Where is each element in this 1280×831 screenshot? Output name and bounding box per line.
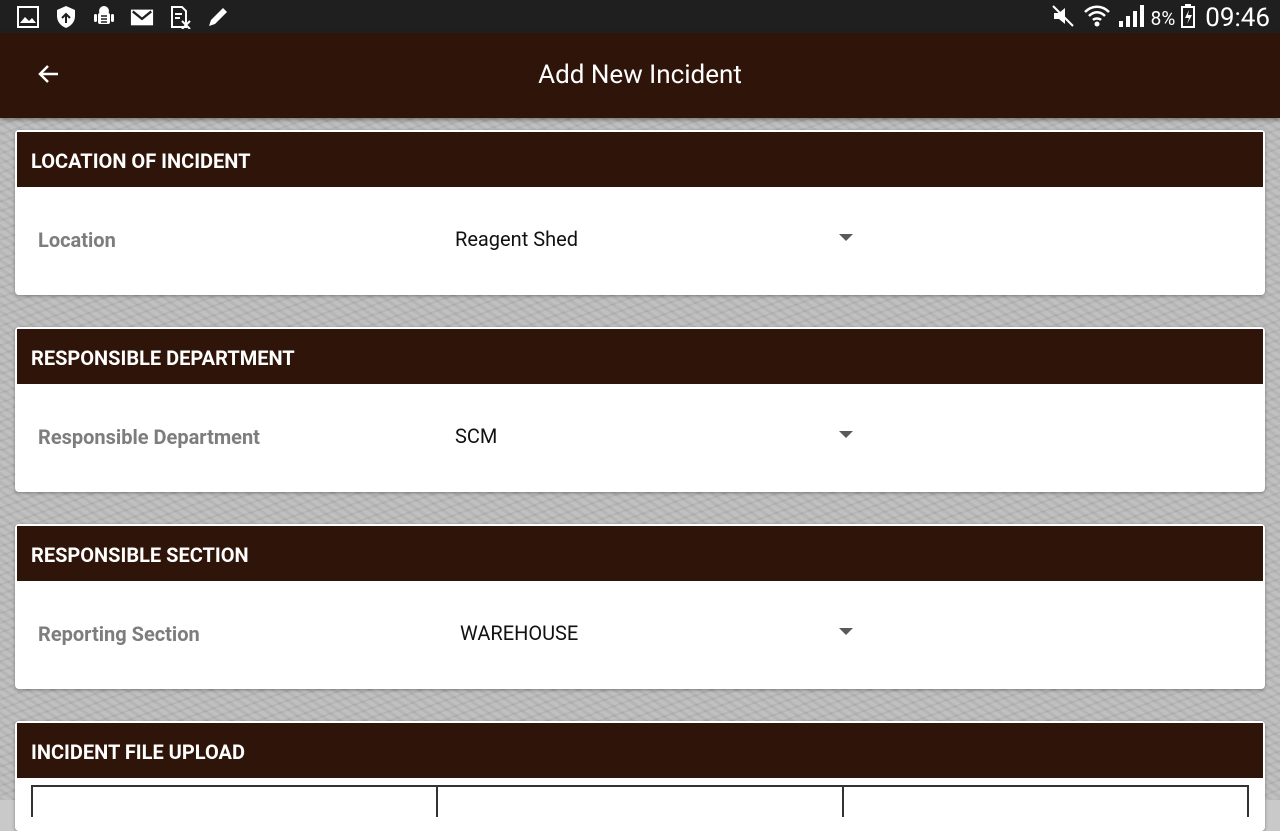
battery-icon xyxy=(1181,4,1196,32)
department-dropdown[interactable]: SCM xyxy=(455,409,853,463)
wifi-icon xyxy=(1083,2,1111,34)
section-card: RESPONSIBLE SECTION Reporting Section WA… xyxy=(15,524,1265,689)
department-card: RESPONSIBLE DEPARTMENT Responsible Depar… xyxy=(15,327,1265,492)
clock: 09:46 xyxy=(1205,3,1270,33)
system-indicators: 8% 09:46 xyxy=(1051,2,1270,34)
gmail-icon xyxy=(130,5,154,29)
page-title: Add New Incident xyxy=(538,60,742,90)
reporting-section-dropdown[interactable]: WAREHOUSE xyxy=(455,606,853,660)
location-selected-value: Reagent Shed xyxy=(455,227,578,251)
department-row: Responsible Department SCM xyxy=(15,384,1265,490)
battery-percent: 8% xyxy=(1150,6,1176,30)
department-selected-value: SCM xyxy=(455,424,498,448)
pencil-icon xyxy=(206,5,230,29)
dropdown-arrow-icon xyxy=(839,628,853,635)
upload-cell[interactable] xyxy=(31,787,436,817)
upload-table xyxy=(31,785,1249,817)
section-row: Reporting Section WAREHOUSE xyxy=(15,581,1265,687)
app-bar: Add New Incident xyxy=(0,33,1280,118)
department-label: Responsible Department xyxy=(38,425,260,449)
upload-card: INCIDENT FILE UPLOAD xyxy=(15,721,1265,831)
location-label: Location xyxy=(38,228,116,252)
dropdown-arrow-icon xyxy=(839,234,853,241)
shield-update-icon xyxy=(54,5,78,29)
signal-icon xyxy=(1117,3,1145,33)
section-header-upload: INCIDENT FILE UPLOAD xyxy=(17,723,1263,778)
back-button[interactable] xyxy=(26,51,72,97)
status-bar: 8% 09:46 xyxy=(0,0,1280,33)
section-header-department: RESPONSIBLE DEPARTMENT xyxy=(17,329,1263,384)
notification-icons xyxy=(16,5,230,29)
mute-icon xyxy=(1051,4,1077,32)
document-edit-icon xyxy=(168,5,192,29)
gallery-icon xyxy=(16,5,40,29)
section-header-location: LOCATION OF INCIDENT xyxy=(17,132,1263,187)
section-header-section: RESPONSIBLE SECTION xyxy=(17,526,1263,581)
reporting-section-label: Reporting Section xyxy=(38,622,200,646)
reporting-section-selected-value: WAREHOUSE xyxy=(460,621,579,645)
dropdown-arrow-icon xyxy=(839,431,853,438)
upload-cell[interactable] xyxy=(841,787,1249,817)
arrow-back-icon xyxy=(38,65,58,83)
location-dropdown[interactable]: Reagent Shed xyxy=(455,212,853,266)
android-debug-icon xyxy=(92,5,116,29)
location-card: LOCATION OF INCIDENT Location Reagent Sh… xyxy=(15,130,1265,295)
location-row: Location Reagent Shed xyxy=(15,187,1265,293)
upload-cell[interactable] xyxy=(436,787,841,817)
